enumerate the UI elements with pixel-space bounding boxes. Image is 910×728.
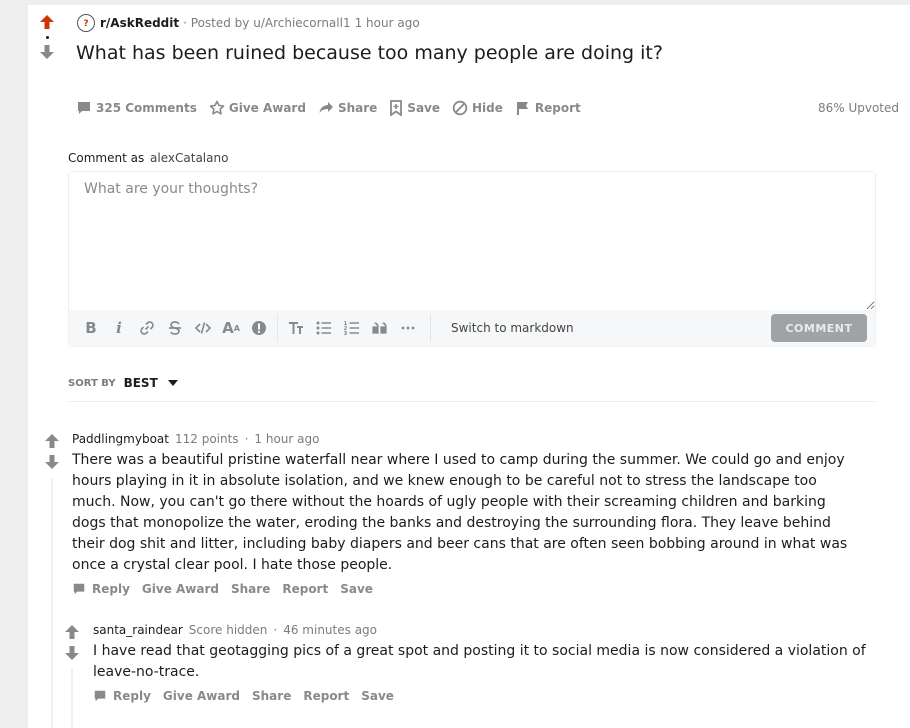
superscript-icon[interactable]: AA (217, 314, 245, 342)
sort-value: BEST (123, 376, 158, 390)
spoiler-icon[interactable] (245, 314, 273, 342)
meta-separator: · (244, 432, 249, 446)
comment-as-label: Comment as alexCatalano (68, 151, 228, 165)
bold-icon[interactable]: B (77, 314, 105, 342)
report-label: Report (534, 101, 581, 115)
upvote-arrow-icon[interactable] (64, 624, 80, 640)
comments-button[interactable]: 325 Comments (76, 100, 197, 116)
thread-line[interactable] (51, 478, 53, 728)
vote-count-dot (45, 36, 49, 39)
more-options-icon[interactable] (394, 314, 422, 342)
share-icon (319, 102, 333, 113)
hide-label: Hide (472, 101, 503, 115)
downvote-arrow-icon[interactable] (39, 44, 55, 60)
save-label: Save (407, 101, 440, 115)
sort-label: SORT BY (68, 377, 116, 389)
comment-editor: B i AA 123 Switch to markd (68, 171, 876, 347)
comment-input[interactable] (69, 172, 875, 310)
reply-label: Reply (92, 582, 130, 596)
report-button[interactable]: Report (303, 689, 349, 703)
comment-author[interactable]: Paddlingmyboat (72, 432, 169, 446)
post-vote-column (36, 14, 58, 60)
post-action-bar: 325 Comments Give Award Share Save Hide … (76, 98, 593, 118)
share-button[interactable]: Share (231, 582, 270, 596)
sort-control: SORT BY BEST (68, 376, 178, 390)
post-title: What has been ruined because too many pe… (76, 42, 663, 64)
posted-by[interactable]: · Posted by u/Archiecornall1 (183, 16, 350, 30)
editor-toolbar: B i AA 123 Switch to markdown COMMENT (69, 310, 875, 346)
strikethrough-icon[interactable] (161, 314, 189, 342)
share-label: Share (337, 101, 378, 115)
comment-action-bar: Reply Give Award Share Report Save (72, 582, 385, 596)
caret-down-icon (167, 380, 178, 386)
post-meta: ? r/AskReddit · Posted by u/Archiecornal… (77, 14, 420, 32)
sort-dropdown[interactable]: BEST (124, 376, 178, 390)
hide-icon (452, 100, 468, 116)
comment-icon (94, 690, 106, 702)
report-button[interactable]: Report (282, 582, 328, 596)
link-icon[interactable] (133, 314, 161, 342)
upvote-arrow-icon[interactable] (39, 14, 55, 30)
comment-submit-button[interactable]: COMMENT (771, 314, 867, 342)
comment-meta: santa_raindear Score hidden · 46 minutes… (93, 623, 377, 637)
share-button[interactable]: Share (252, 689, 291, 703)
reply-button[interactable]: Reply (93, 689, 151, 703)
upvote-ratio: 86% Upvoted (817, 101, 899, 115)
comments-label: 325 Comments (96, 101, 197, 115)
give-award-button[interactable]: Give Award (209, 100, 306, 116)
comment-score: Score hidden (188, 623, 268, 637)
svg-text:?: ? (83, 19, 88, 29)
toolbar-divider (277, 314, 278, 342)
award-icon (209, 100, 225, 115)
comment-time[interactable]: 46 minutes ago (283, 623, 377, 637)
report-button[interactable]: Report (515, 100, 581, 116)
save-button[interactable]: Save (340, 582, 373, 596)
reply-label: Reply (113, 689, 151, 703)
post-time: 1 hour ago (354, 16, 420, 30)
save-button[interactable]: Save (389, 100, 440, 116)
reply-button[interactable]: Reply (72, 582, 130, 596)
comment-as-username[interactable]: alexCatalano (150, 151, 228, 165)
give-award-button[interactable]: Give Award (142, 582, 219, 596)
downvote-arrow-icon[interactable] (44, 454, 60, 470)
toolbar-divider-2 (430, 314, 431, 342)
numbered-list-icon[interactable]: 123 (338, 314, 366, 342)
bookmark-icon (390, 100, 403, 116)
italic-icon[interactable]: i (105, 314, 133, 342)
subreddit-avatar-icon[interactable]: ? (77, 14, 95, 32)
comment-vote-column (64, 624, 80, 661)
comment-vote-column (44, 433, 60, 470)
inline-code-icon[interactable] (189, 314, 217, 342)
flag-icon (516, 102, 528, 115)
comment-icon (78, 102, 90, 114)
give-award-button[interactable]: Give Award (163, 689, 240, 703)
upvote-arrow-icon[interactable] (44, 433, 60, 449)
hide-button[interactable]: Hide (452, 100, 503, 116)
thread-line[interactable] (71, 668, 73, 728)
comment-meta: Paddlingmyboat 112 points · 1 hour ago (72, 432, 319, 446)
svg-text:3: 3 (344, 331, 348, 337)
share-button[interactable]: Share (318, 100, 377, 116)
page-left-gutter (0, 0, 28, 728)
comment-icon (73, 583, 85, 595)
meta-separator: · (273, 623, 278, 637)
downvote-arrow-icon[interactable] (64, 645, 80, 661)
save-button[interactable]: Save (361, 689, 394, 703)
comment-action-bar: Reply Give Award Share Report Save (93, 689, 406, 703)
quote-block-icon[interactable] (366, 314, 394, 342)
heading-icon[interactable] (282, 314, 310, 342)
comment-body: There was a beautiful pristine waterfall… (72, 452, 848, 573)
comment-score: 112 points (174, 432, 239, 446)
comment-author[interactable]: santa_raindear (93, 623, 183, 637)
comment-as-text: Comment as (68, 151, 145, 165)
give-award-label: Give Award (228, 101, 306, 115)
comment-time[interactable]: 1 hour ago (254, 432, 319, 446)
switch-to-markdown-button[interactable]: Switch to markdown (451, 321, 574, 335)
sort-divider (68, 401, 876, 402)
bulleted-list-icon[interactable] (310, 314, 338, 342)
comment-body: I have read that geotagging pics of a gr… (93, 643, 866, 680)
subreddit-link[interactable]: r/AskReddit (100, 16, 179, 30)
